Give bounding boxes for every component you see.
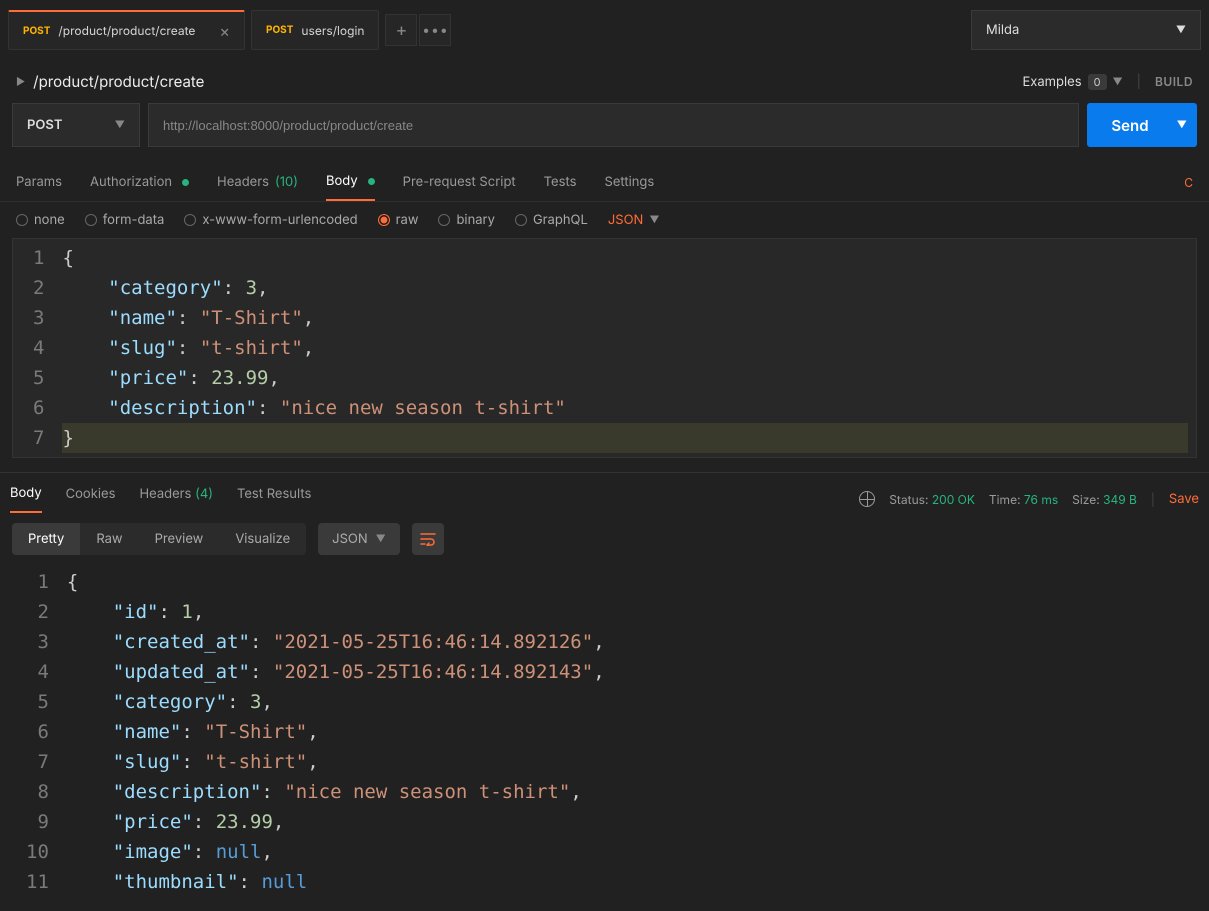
body-type-binary[interactable]: binary <box>438 212 495 228</box>
chevron-down-icon[interactable]: ▼ <box>1177 119 1187 131</box>
environment-selector[interactable]: Milda ▼ <box>971 10 1201 50</box>
tab-params[interactable]: Params <box>16 164 62 200</box>
body-type-raw[interactable]: raw <box>378 212 419 228</box>
tab-label: /product/product/create <box>58 23 195 38</box>
examples-dropdown[interactable]: Examples 0 ▼ <box>1022 74 1122 90</box>
method-select[interactable]: POST ▼ <box>12 103 140 147</box>
response-body-content: { "id": 1, "created_at": "2021-05-25T16:… <box>59 565 1203 899</box>
cookies-link[interactable]: C <box>1184 175 1193 190</box>
tab-label: users/login <box>301 23 364 38</box>
method-value: POST <box>27 117 62 133</box>
response-meta: Status: 200 OK Time: 76 ms Size: 349 B |… <box>859 491 1199 507</box>
breadcrumb-actions: Examples 0 ▼ | BUILD <box>1022 74 1193 90</box>
request-body-editor[interactable]: 1234567 { "category": 3, "name": "T-Shir… <box>12 238 1197 458</box>
url-input[interactable] <box>148 103 1079 147</box>
body-type-form-data[interactable]: form-data <box>85 212 165 228</box>
body-type-xwww[interactable]: x-www-form-urlencoded <box>184 212 357 228</box>
response-tab-headers[interactable]: Headers (4) <box>139 486 213 512</box>
view-visualize[interactable]: Visualize <box>219 523 306 555</box>
tab-method: POST <box>266 24 293 36</box>
line-gutter: 1234567 <box>13 239 54 457</box>
raw-format-dropdown[interactable]: JSON▼ <box>608 212 660 228</box>
environment-name: Milda <box>986 22 1019 38</box>
close-icon[interactable]: × <box>219 21 230 41</box>
send-button[interactable]: Send ▼ <box>1087 103 1197 147</box>
request-title: /product/product/create <box>33 72 204 91</box>
more-tabs-button[interactable]: ••• <box>419 14 451 46</box>
response-section: Body Cookies Headers (4) Test Results St… <box>0 472 1209 513</box>
response-format-dropdown[interactable]: JSON▼ <box>318 523 400 555</box>
tabs-row: POST /product/product/create × POST user… <box>0 0 1209 60</box>
wrap-lines-button[interactable] <box>412 523 444 555</box>
body-type-graphql[interactable]: GraphQL <box>515 212 588 228</box>
send-label: Send <box>1111 116 1148 135</box>
view-mode-segment: Pretty Raw Preview Visualize <box>12 523 306 555</box>
body-type-selector: none form-data x-www-form-urlencoded raw… <box>0 202 1209 238</box>
view-preview[interactable]: Preview <box>139 523 220 555</box>
chevron-down-icon: ▼ <box>1176 24 1186 36</box>
tab-settings[interactable]: Settings <box>604 164 654 200</box>
tab-body[interactable]: Body <box>326 163 375 201</box>
body-type-none[interactable]: none <box>16 212 65 228</box>
tab-authorization[interactable]: Authorization <box>90 164 189 200</box>
view-pretty[interactable]: Pretty <box>12 523 80 555</box>
chevron-down-icon: ▼ <box>115 119 125 131</box>
chevron-down-icon: ▼ <box>1113 76 1123 88</box>
tab-method: POST <box>23 25 50 37</box>
line-gutter: 1234567891011 <box>6 565 59 899</box>
new-tab-button[interactable]: + <box>385 14 417 46</box>
request-body-content[interactable]: { "category": 3, "name": "T-Shirt", "slu… <box>54 239 1196 457</box>
request-tab-1[interactable]: POST /product/product/create × <box>8 10 245 50</box>
tab-headers[interactable]: Headers (10) <box>217 164 298 200</box>
breadcrumb-row: ▶ /product/product/create Examples 0 ▼ |… <box>0 60 1209 103</box>
examples-count: 0 <box>1088 74 1107 90</box>
request-tab-2[interactable]: POST users/login <box>251 10 379 50</box>
expand-icon[interactable]: ▶ <box>16 76 25 88</box>
view-raw[interactable]: Raw <box>80 523 138 555</box>
request-section-tabs: Params Authorization Headers (10) Body P… <box>0 159 1209 202</box>
tab-pre-request[interactable]: Pre-request Script <box>403 164 516 200</box>
response-body-editor[interactable]: 1234567891011 { "id": 1, "created_at": "… <box>6 565 1203 899</box>
response-tab-cookies[interactable]: Cookies <box>66 486 116 512</box>
save-response-button[interactable]: Save <box>1169 491 1199 507</box>
build-link[interactable]: BUILD <box>1155 74 1193 89</box>
response-tab-test-results[interactable]: Test Results <box>237 486 311 512</box>
tab-tests[interactable]: Tests <box>544 164 577 200</box>
url-row: POST ▼ Send ▼ <box>0 103 1209 159</box>
tab-actions: + ••• <box>385 14 453 46</box>
response-view-toolbar: Pretty Raw Preview Visualize JSON▼ <box>0 513 1209 565</box>
examples-label: Examples <box>1022 74 1081 90</box>
response-tab-body[interactable]: Body <box>10 485 42 513</box>
globe-icon[interactable] <box>859 491 875 507</box>
